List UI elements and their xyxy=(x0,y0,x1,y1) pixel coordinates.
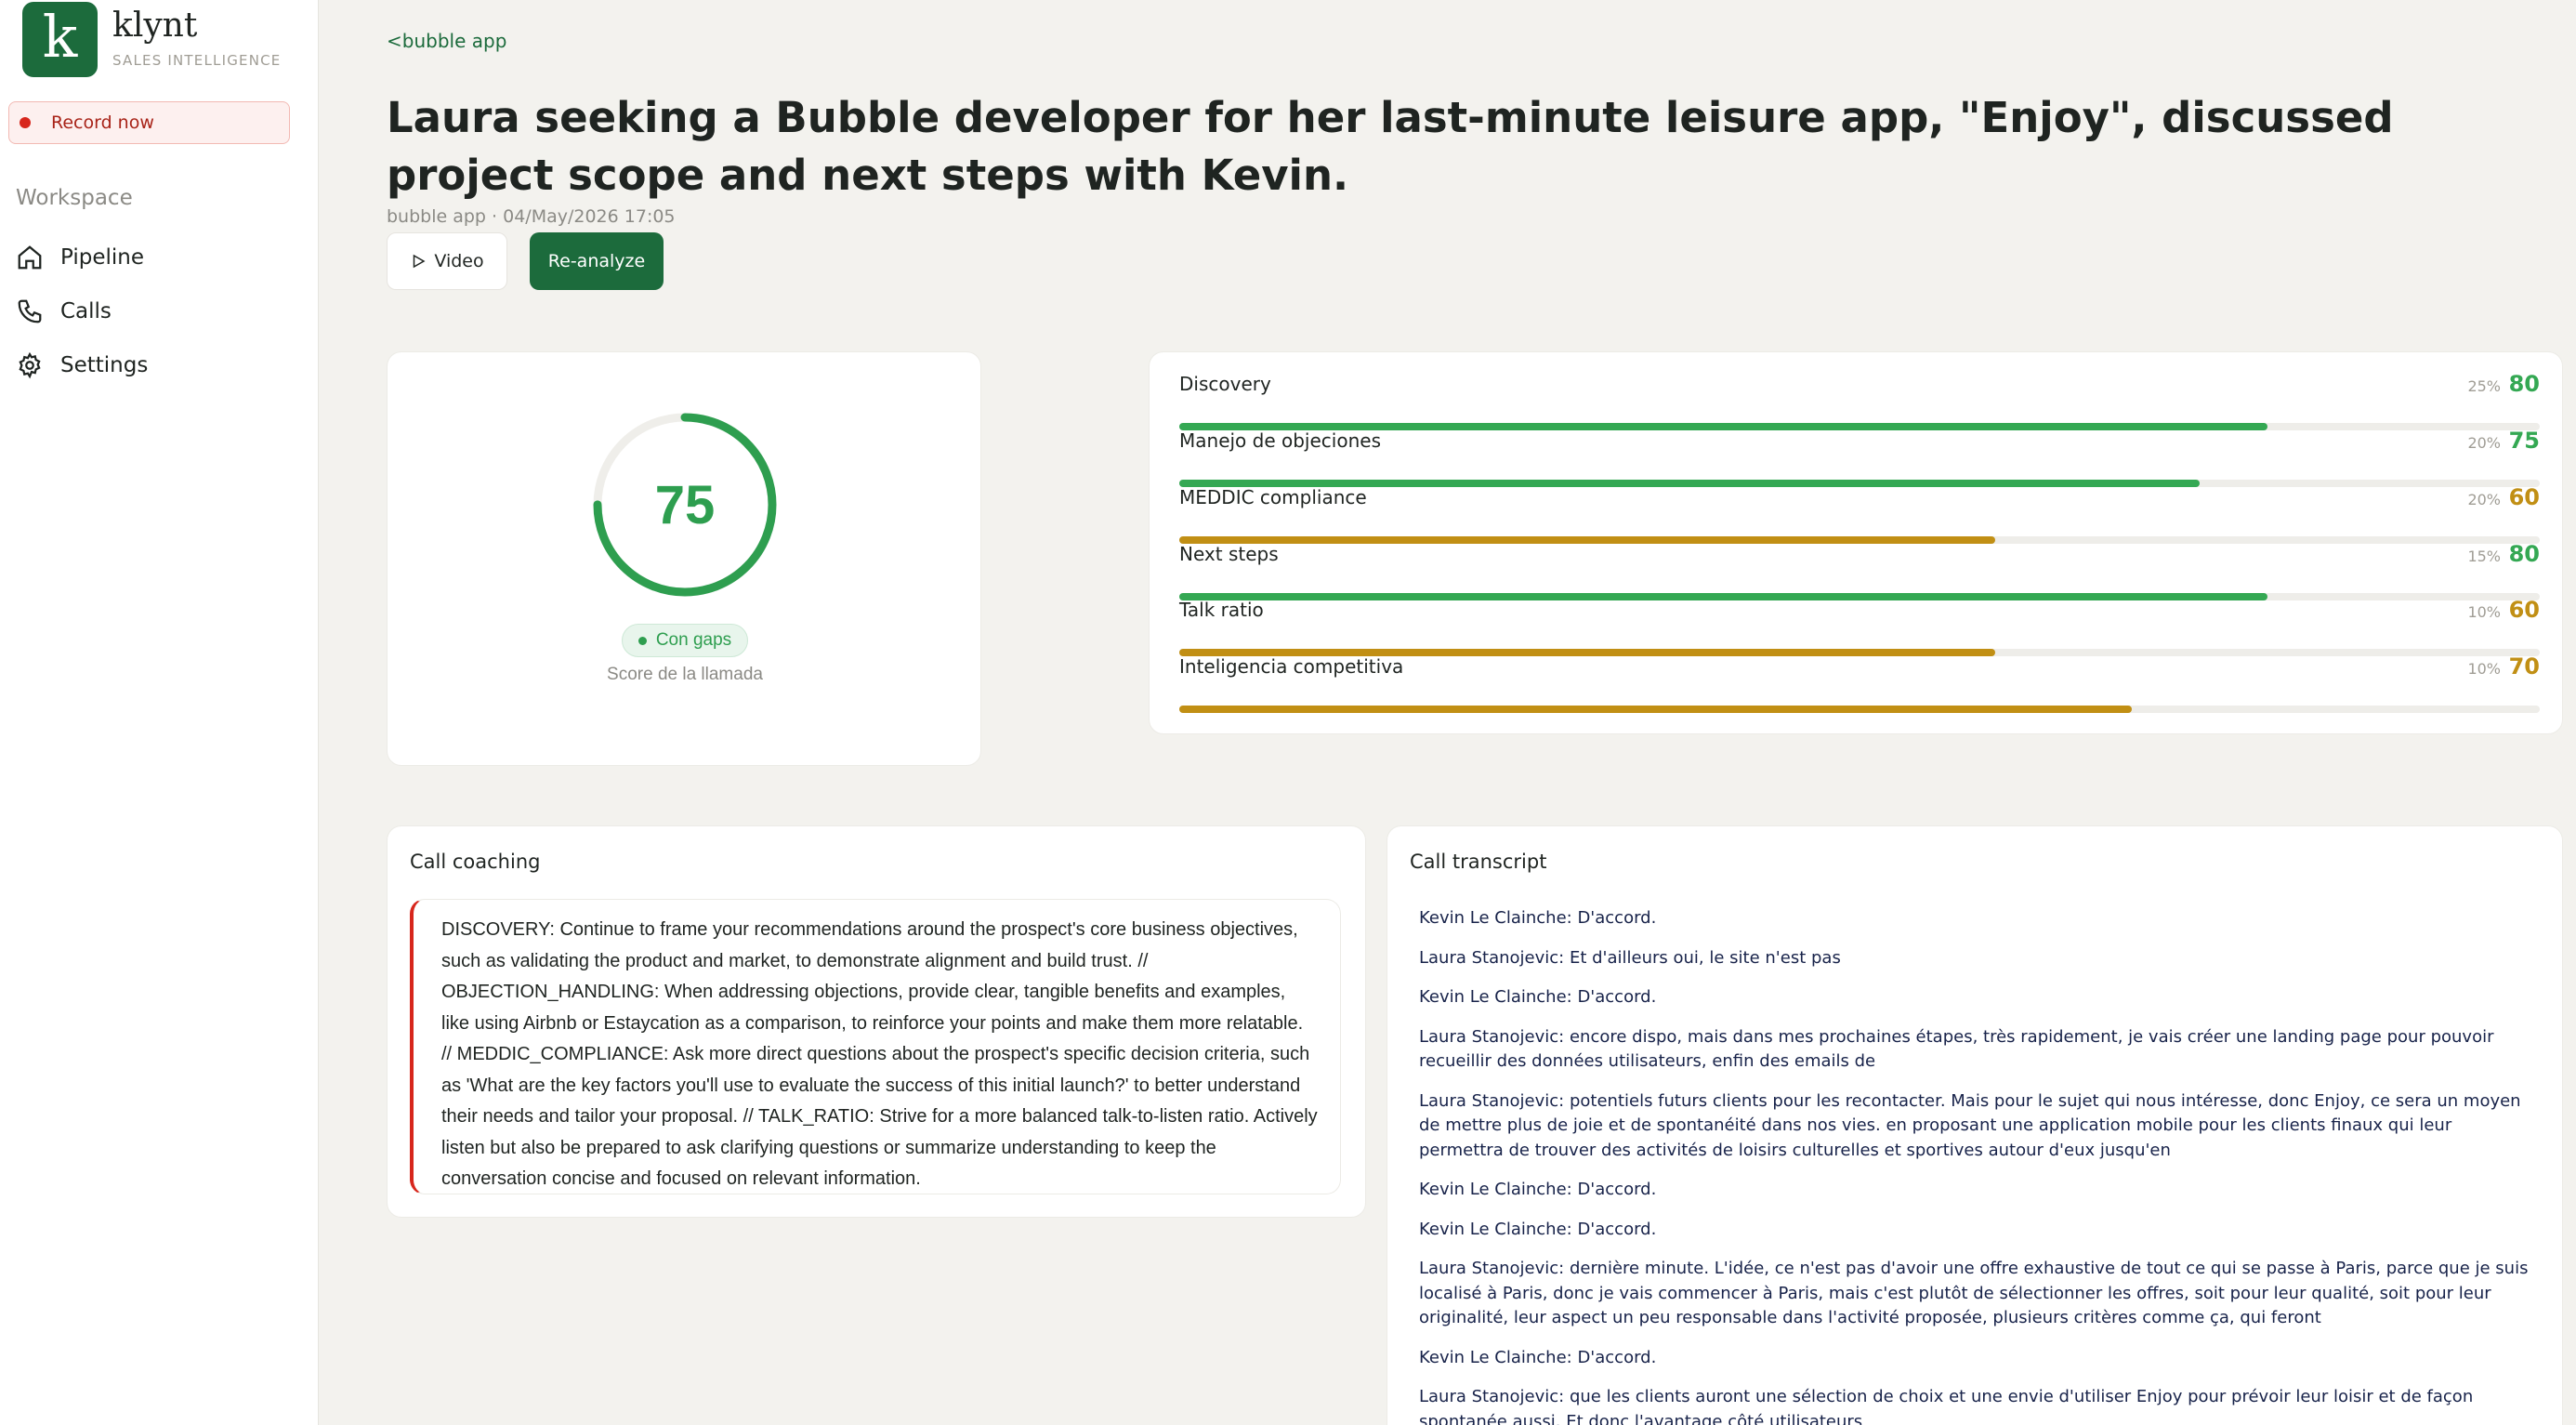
metric-weight: 15% xyxy=(2467,548,2501,565)
metric-name: Manejo de objeciones xyxy=(1179,429,1381,452)
metric-weight: 10% xyxy=(2467,660,2501,678)
metric-row: Inteligencia competitiva 10% 70 xyxy=(1179,653,2540,713)
score-badge-label: Con gaps xyxy=(655,630,732,650)
transcript-list: Kevin Le Clainche: D'accord. Laura Stano… xyxy=(1419,906,2540,1425)
metric-row: MEDDIC compliance 20% 60 xyxy=(1179,484,2540,544)
gear-icon xyxy=(19,351,41,379)
metric-row: Discovery 25% 80 xyxy=(1179,371,2540,430)
main-content: <bubble app Laura seeking a Bubble devel… xyxy=(320,0,2576,1425)
call-coaching-card: Call coaching DISCOVERY: Continue to fra… xyxy=(387,825,1366,1218)
page-title: Laura seeking a Bubble developer for her… xyxy=(387,93,2394,200)
sidebar-item-pipeline[interactable]: Pipeline xyxy=(16,231,295,284)
klynt-logo: k xyxy=(22,2,98,77)
metric-score: 75 xyxy=(2508,428,2540,454)
metric-score: 60 xyxy=(2508,597,2540,623)
transcript-line: Kevin Le Clainche: D'accord. xyxy=(1419,1347,1657,1367)
score-caption: Score de la llamada xyxy=(607,665,763,684)
metric-name: Inteligencia competitiva xyxy=(1179,655,1404,678)
phone-icon xyxy=(18,299,42,323)
record-now-button[interactable]: Record now xyxy=(8,101,290,144)
back-link[interactable]: <bubble app xyxy=(387,30,506,52)
score-value: 75 xyxy=(654,474,716,535)
transcript-line: Kevin Le Clainche: D'accord. xyxy=(1419,1180,1657,1199)
metric-score: 80 xyxy=(2508,371,2540,397)
score-status-badge: Con gaps xyxy=(622,624,748,657)
metric-row: Next steps 15% 80 xyxy=(1179,541,2540,600)
video-label: Video xyxy=(434,251,484,271)
metric-score: 70 xyxy=(2508,653,2540,680)
metric-weight: 25% xyxy=(2467,377,2501,395)
metric-row: Manejo de objeciones 20% 75 xyxy=(1179,428,2540,487)
brand-subtitle: SALES INTELLIGENCE xyxy=(112,52,282,69)
home-icon xyxy=(18,245,42,270)
metric-weight: 10% xyxy=(2467,603,2501,621)
score-card: 75 Con gaps Score de la llamada xyxy=(387,351,981,766)
call-coaching-title: Call coaching xyxy=(410,851,541,873)
metric-weight: 20% xyxy=(2467,434,2501,452)
sidebar-item-label: Calls xyxy=(60,299,112,323)
metric-name: Next steps xyxy=(1179,543,1279,565)
call-transcript-title: Call transcript xyxy=(1410,851,1547,873)
brand-text: klynt SALES INTELLIGENCE xyxy=(112,6,281,69)
sidebar-nav: Pipeline Calls Settings xyxy=(16,231,295,392)
record-now-label: Record now xyxy=(51,112,154,133)
sidebar-item-calls[interactable]: Calls xyxy=(16,284,295,338)
status-dot-icon xyxy=(637,636,647,645)
transcript-line: Laura Stanojevic: potentiels futurs clie… xyxy=(1419,1090,2521,1160)
transcript-line: Laura Stanojevic: encore dispo, mais dan… xyxy=(1419,1026,2494,1072)
sidebar-item-label: Settings xyxy=(60,353,149,377)
metric-name: MEDDIC compliance xyxy=(1179,486,1367,508)
metric-weight: 20% xyxy=(2467,491,2501,508)
transcript-line: Laura Stanojevic: que les clients auront… xyxy=(1419,1387,2474,1425)
transcript-line: Kevin Le Clainche: D'accord. xyxy=(1419,908,1657,928)
metric-score: 60 xyxy=(2508,484,2540,510)
record-dot-icon xyxy=(20,117,31,128)
workspace-section-title: Workspace xyxy=(16,186,133,210)
brand[interactable]: k klynt SALES INTELLIGENCE xyxy=(22,2,281,78)
call-transcript-card: Call transcript Kevin Le Clainche: D'acc… xyxy=(1387,825,2563,1425)
metrics-card: Discovery 25% 80 Manejo de objeciones 20… xyxy=(1149,351,2563,734)
metric-score: 80 xyxy=(2508,541,2540,567)
metric-fill xyxy=(1179,706,2132,713)
transcript-line: Laura Stanojevic: dernière minute. L'idé… xyxy=(1419,1259,2529,1327)
sidebar: k klynt SALES INTELLIGENCE Record now Wo… xyxy=(0,0,319,1425)
sidebar-item-label: Pipeline xyxy=(60,245,145,270)
reanalyze-button[interactable]: Re-analyze xyxy=(530,232,664,290)
transcript-line: Laura Stanojevic: Et d'ailleurs oui, le … xyxy=(1419,947,1841,968)
metric-track xyxy=(1179,706,2540,713)
video-button[interactable]: Video xyxy=(387,232,507,290)
transcript-line: Kevin Le Clainche: D'accord. xyxy=(1419,987,1657,1007)
metric-name: Discovery xyxy=(1179,373,1271,395)
call-meta: bubble app · 04/May/2026 17:05 xyxy=(387,206,676,227)
transcript-line: Kevin Le Clainche: D'accord. xyxy=(1419,1219,1657,1239)
call-coaching-text: DISCOVERY: Continue to frame your recomm… xyxy=(410,899,1341,1194)
sidebar-item-settings[interactable]: Settings xyxy=(16,338,295,392)
metric-row: Talk ratio 10% 60 xyxy=(1179,597,2540,656)
brand-name: klynt xyxy=(112,7,198,45)
metric-name: Talk ratio xyxy=(1179,599,1264,621)
play-icon xyxy=(414,254,426,269)
